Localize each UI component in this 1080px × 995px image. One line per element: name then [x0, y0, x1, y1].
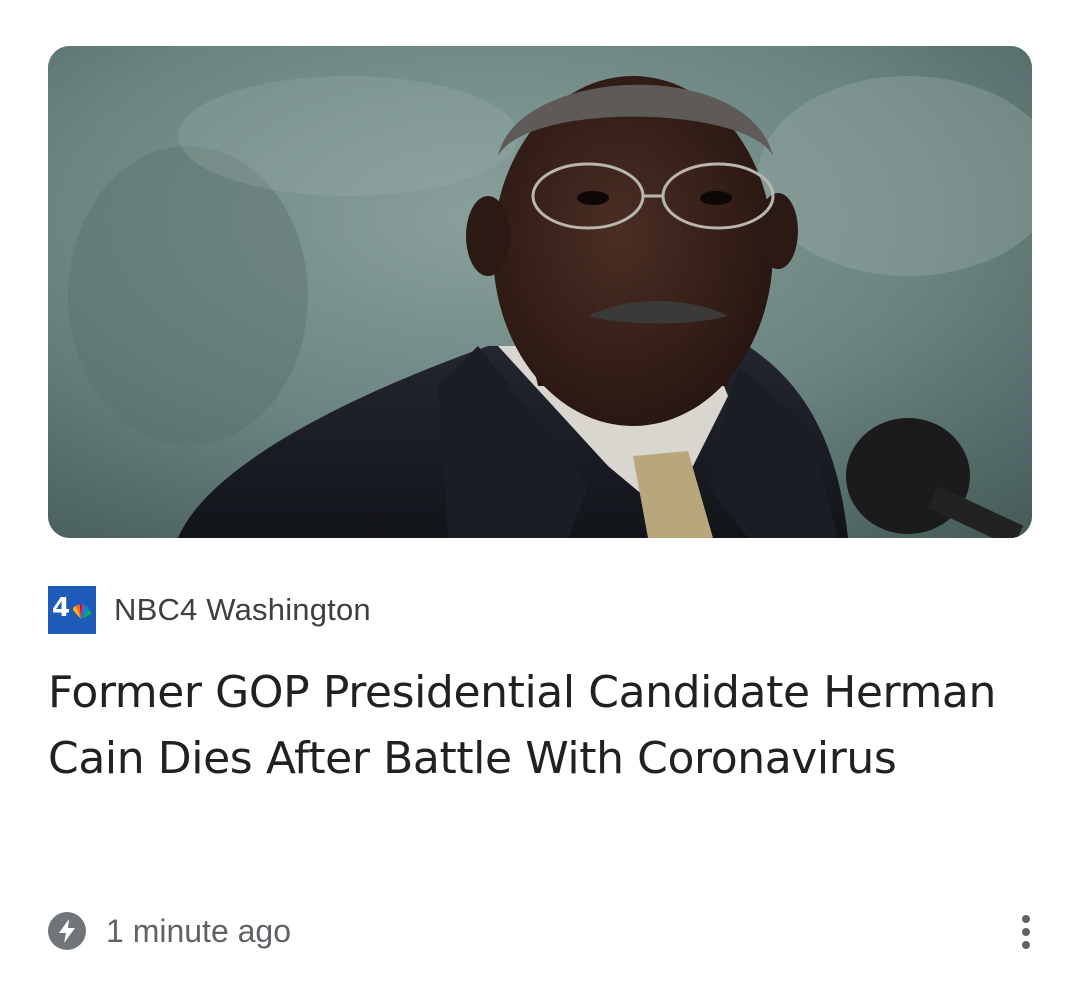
- article-headline[interactable]: Former GOP Presidential Candidate Herman…: [48, 660, 1008, 792]
- bolt-icon: [48, 912, 86, 950]
- source-row[interactable]: 4 NBC4 Washington: [48, 586, 371, 634]
- news-card[interactable]: 4 NBC4 Washington Former GOP Presidentia…: [0, 0, 1080, 995]
- nbc4-logo: 4: [48, 586, 96, 634]
- dot: [1022, 928, 1030, 936]
- meta-row: 1 minute ago: [48, 908, 291, 954]
- article-image[interactable]: [48, 46, 1032, 538]
- logo-number: 4: [52, 593, 71, 623]
- peacock-icon: [72, 604, 92, 619]
- source-name[interactable]: NBC4 Washington: [114, 592, 371, 628]
- dot: [1022, 941, 1030, 949]
- timestamp: 1 minute ago: [106, 912, 292, 949]
- more-vert-icon[interactable]: [1004, 906, 1048, 958]
- dot: [1022, 915, 1030, 923]
